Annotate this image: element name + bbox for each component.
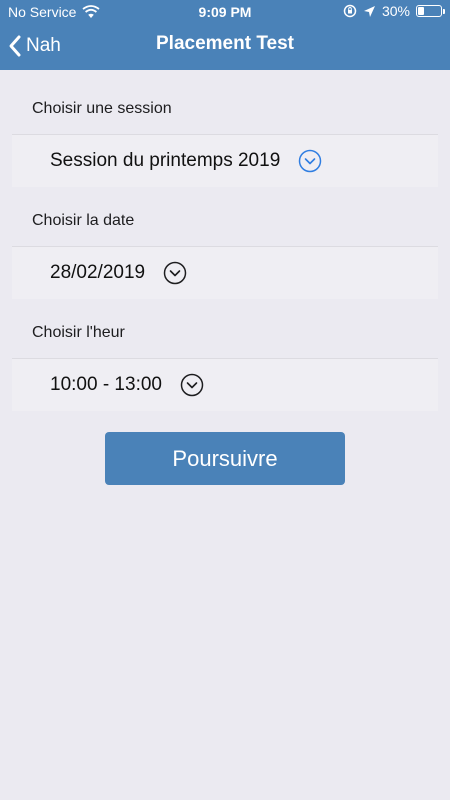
hour-value: 10:00 - 13:00 [50,374,162,395]
battery-icon [416,5,445,17]
session-picker[interactable]: Session du printemps 2019 [12,134,438,187]
placement-test-screen: No Service 9:09 PM 30% Nah Placement Tes… [0,0,450,800]
continue-button[interactable]: Poursuivre [105,432,345,485]
rotation-lock-icon [343,4,357,18]
chevron-down-circle-icon [299,149,322,173]
back-button[interactable]: Nah [8,28,61,64]
status-right: 30% [343,3,445,19]
date-picker[interactable]: 28/02/2019 [12,246,438,299]
back-label: Nah [26,35,61,56]
chevron-down-circle-icon [180,373,204,397]
hour-label: Choisir l'heur [32,324,125,341]
hour-picker[interactable]: 10:00 - 13:00 [12,358,438,411]
date-value: 28/02/2019 [50,262,146,283]
battery-level-fill [418,7,424,15]
navigation-bar: Nah Placement Test [0,24,450,70]
page-title: Placement Test [156,33,294,54]
chevron-down-circle-icon [163,261,187,285]
session-label: Choisir une session [32,100,172,117]
status-bar: No Service 9:09 PM 30% [0,0,450,24]
session-value: Session du printemps 2019 [50,150,281,171]
date-label: Choisir la date [32,212,135,229]
top-bar: No Service 9:09 PM 30% Nah Placement Tes… [0,0,450,70]
battery-percent: 30% [381,3,410,19]
chevron-left-icon [9,35,21,57]
location-arrow-icon [363,5,375,17]
